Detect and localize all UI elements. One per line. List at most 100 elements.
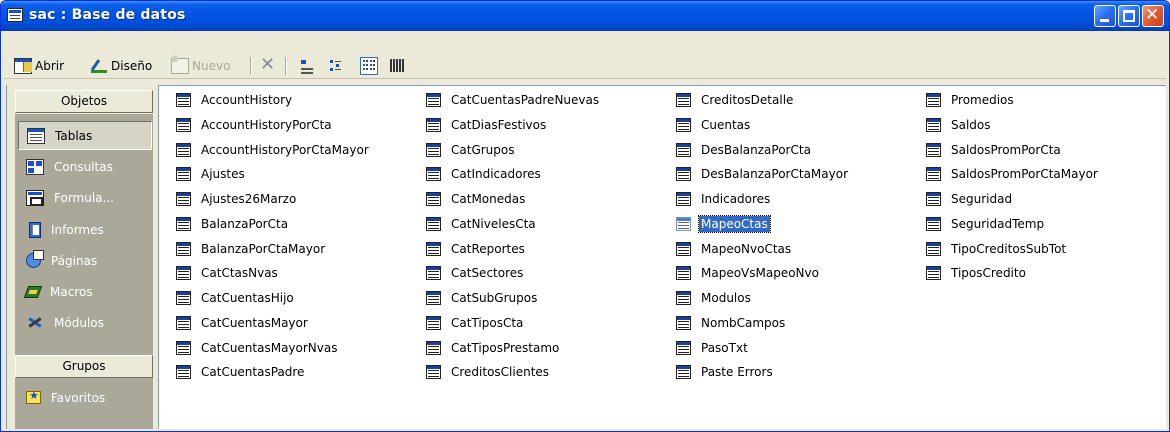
table-list-item[interactable]: Ajustes bbox=[176, 163, 247, 184]
sidebar-item-formularios[interactable]: Formula... bbox=[18, 183, 152, 212]
table-list-item[interactable]: AccountHistoryPorCta bbox=[176, 114, 334, 135]
table-list-item[interactable]: Paste Errors bbox=[676, 361, 775, 382]
table-list-item[interactable]: CatCuentasMayorNvas bbox=[176, 337, 340, 358]
open-button[interactable]: Abrir bbox=[14, 56, 64, 76]
table-name: CatReportes bbox=[451, 241, 525, 256]
table-list-item[interactable]: Ajustes26Marzo bbox=[176, 188, 298, 209]
table-list-item[interactable]: CreditosDetalle bbox=[676, 89, 795, 110]
list-view-icon[interactable] bbox=[360, 57, 378, 75]
table-name: CatCtasNvas bbox=[201, 265, 278, 280]
table-icon bbox=[676, 117, 691, 132]
table-name: AccountHistoryPorCta bbox=[201, 117, 332, 132]
minimize-icon bbox=[1100, 19, 1109, 22]
table-list-item[interactable]: CatTiposPrestamo bbox=[426, 337, 561, 358]
sidebar-item-informes[interactable]: Informes bbox=[18, 215, 152, 244]
sidebar-item-paginas[interactable]: Páginas bbox=[18, 246, 152, 275]
table-list-item[interactable]: SeguridadTemp bbox=[926, 213, 1046, 234]
large-icons-view-icon[interactable] bbox=[298, 57, 316, 75]
table-list-item[interactable]: SaldosPromPorCtaMayor bbox=[926, 163, 1100, 184]
table-list-item[interactable]: BalanzaPorCta bbox=[176, 213, 290, 234]
table-list-item[interactable]: CatCuentasHijo bbox=[176, 287, 296, 308]
table-icon bbox=[676, 216, 691, 231]
table-list-item[interactable]: MapeoCtas bbox=[676, 213, 771, 234]
table-list-item[interactable]: BalanzaPorCtaMayor bbox=[176, 238, 327, 259]
table-list-item[interactable]: AccountHistory bbox=[176, 89, 294, 110]
table-list-item[interactable]: Modulos bbox=[676, 287, 753, 308]
small-icons-view-icon[interactable] bbox=[328, 57, 346, 75]
details-view-icon[interactable] bbox=[388, 57, 406, 75]
table-list-item[interactable]: NombCampos bbox=[676, 312, 787, 333]
new-button[interactable]: Nuevo bbox=[170, 53, 231, 76]
table-list-item[interactable]: CatMonedas bbox=[426, 188, 527, 209]
table-icon bbox=[676, 191, 691, 206]
table-list-item[interactable]: DesBalanzaPorCta bbox=[676, 139, 813, 160]
table-name: DesBalanzaPorCtaMayor bbox=[701, 166, 849, 181]
query-icon bbox=[26, 158, 44, 175]
sidebar-item-label: Tablas bbox=[55, 128, 93, 143]
table-icon bbox=[926, 117, 941, 132]
table-icon bbox=[426, 290, 441, 305]
table-icon bbox=[926, 265, 941, 280]
table-name: CreditosClientes bbox=[451, 364, 550, 379]
objects-bar: Tablas Consultas Formula... Informes Pág… bbox=[15, 114, 153, 360]
title-bar[interactable]: sac : Base de datos ✕ bbox=[1, 1, 1169, 31]
table-list-item[interactable]: DesBalanzaPorCtaMayor bbox=[676, 163, 850, 184]
table-list-item[interactable]: Cuentas bbox=[676, 114, 752, 135]
window-title: sac : Base de datos bbox=[29, 7, 186, 23]
sidebar-item-macros[interactable]: Macros bbox=[18, 277, 152, 306]
table-name: CatCuentasMayor bbox=[201, 315, 308, 330]
table-list-item[interactable]: Saldos bbox=[926, 114, 993, 135]
design-label: Diseño bbox=[111, 59, 153, 73]
table-list-item[interactable]: CatReportes bbox=[426, 238, 527, 259]
design-button[interactable]: Diseño bbox=[90, 56, 152, 76]
table-icon bbox=[176, 92, 191, 107]
tables-list: AccountHistory AccountHistoryPorCta Accoun… bbox=[176, 89, 1161, 419]
table-list-item[interactable]: Promedios bbox=[926, 89, 1016, 110]
table-list-item[interactable]: SaldosPromPorCta bbox=[926, 139, 1063, 160]
table-list-item[interactable]: CatGrupos bbox=[426, 139, 517, 160]
sidebar-item-consultas[interactable]: Consultas bbox=[18, 152, 152, 181]
table-name: PasoTxt bbox=[701, 340, 748, 355]
table-list-item[interactable]: CatTiposCta bbox=[426, 312, 525, 333]
table-list-item[interactable]: MapeoVsMapeoNvo bbox=[676, 262, 821, 283]
table-list-item[interactable]: AccountHistoryPorCtaMayor bbox=[176, 139, 371, 160]
delete-icon[interactable]: ✕ bbox=[260, 55, 278, 75]
maximize-button[interactable] bbox=[1118, 5, 1140, 27]
sidebar-item-modulos[interactable]: Módulos bbox=[18, 308, 152, 337]
sidebar-item-tablas[interactable]: Tablas bbox=[18, 121, 152, 150]
table-list-item[interactable]: CatSectores bbox=[426, 262, 525, 283]
table-list-item[interactable]: MapeoNvoCtas bbox=[676, 238, 793, 259]
table-list-item[interactable]: CatCuentasPadre bbox=[176, 361, 306, 382]
table-name: MapeoVsMapeoNvo bbox=[701, 265, 819, 280]
table-list-item[interactable]: Indicadores bbox=[676, 188, 772, 209]
table-name: NombCampos bbox=[701, 315, 786, 330]
table-list-item[interactable]: CatDiasFestivos bbox=[426, 114, 548, 135]
sidebar-item-favoritos[interactable]: Favoritos bbox=[18, 383, 152, 412]
table-icon bbox=[426, 166, 441, 181]
groups-header[interactable]: Grupos bbox=[15, 355, 153, 378]
table-list-item[interactable]: Seguridad bbox=[926, 188, 1014, 209]
table-name: CatSubGrupos bbox=[451, 290, 538, 305]
new-label: Nuevo bbox=[192, 59, 231, 73]
table-list-item[interactable]: CatNivelesCta bbox=[426, 213, 538, 234]
table-name: CatIndicadores bbox=[451, 166, 541, 181]
table-icon bbox=[176, 265, 191, 280]
table-list-item[interactable]: TipoCreditosSubTot bbox=[926, 238, 1068, 259]
table-list-item[interactable]: CatCuentasPadreNuevas bbox=[426, 89, 601, 110]
table-icon bbox=[426, 142, 441, 157]
objects-header[interactable]: Objetos bbox=[15, 90, 153, 113]
table-list-item[interactable]: PasoTxt bbox=[676, 337, 750, 358]
table-list-item[interactable]: CatIndicadores bbox=[426, 163, 543, 184]
table-icon bbox=[676, 340, 691, 355]
minimize-button[interactable] bbox=[1094, 5, 1116, 27]
table-list-item[interactable]: CatSubGrupos bbox=[426, 287, 539, 308]
close-button[interactable]: ✕ bbox=[1142, 5, 1164, 27]
table-list-item[interactable]: CatCuentasMayor bbox=[176, 312, 310, 333]
table-list-item[interactable]: CreditosClientes bbox=[426, 361, 551, 382]
table-name: Ajustes26Marzo bbox=[201, 191, 297, 206]
table-name: CatSectores bbox=[451, 265, 524, 280]
table-list-item[interactable]: CatCtasNvas bbox=[176, 262, 280, 283]
table-list-item[interactable]: TiposCredito bbox=[926, 262, 1028, 283]
table-icon bbox=[176, 364, 191, 379]
table-icon bbox=[426, 191, 441, 206]
